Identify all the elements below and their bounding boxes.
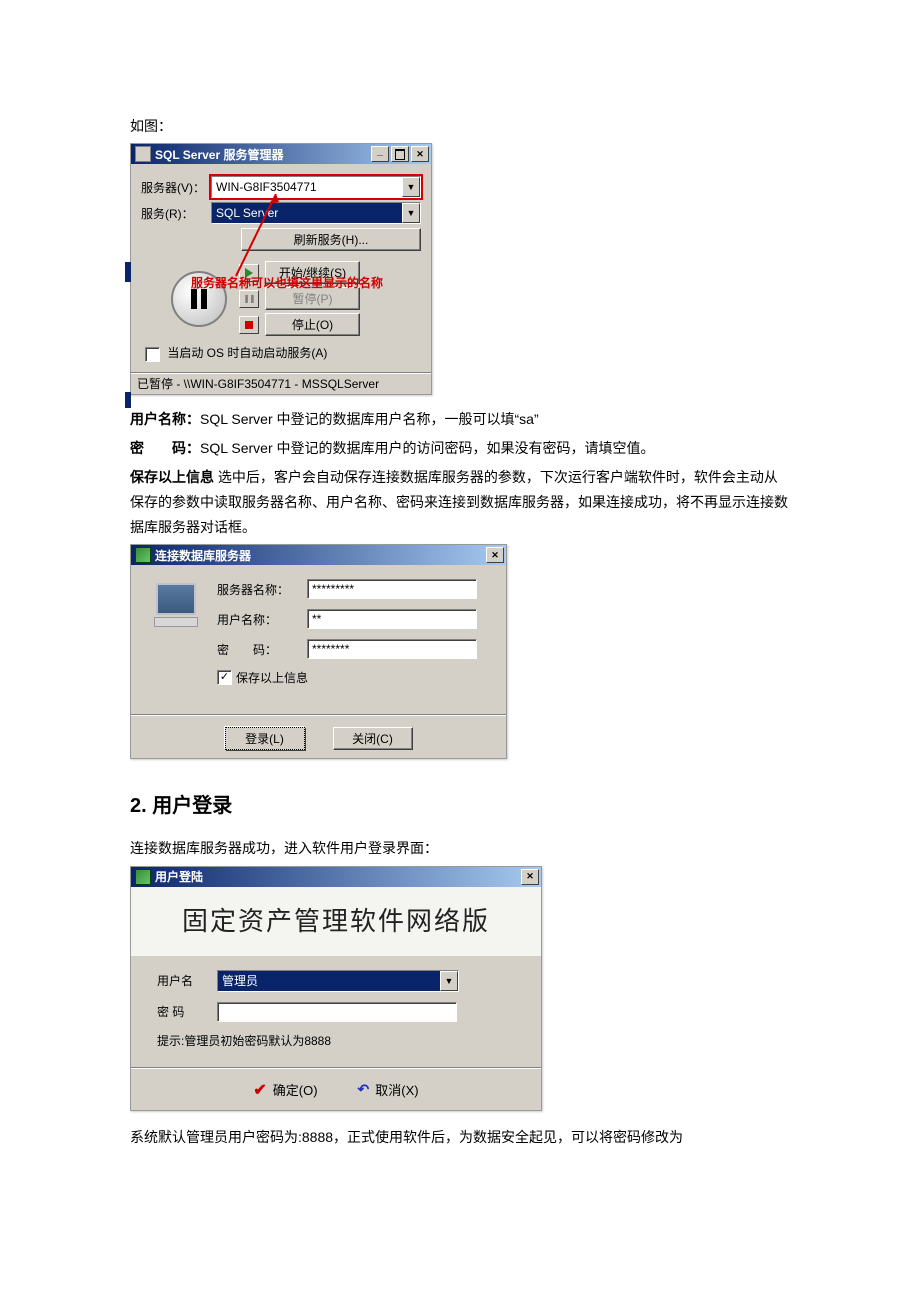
username-input[interactable] (218, 971, 440, 991)
start-button[interactable]: 开始/继续(S) (265, 261, 360, 284)
cancel-label: 取消(X) (375, 1080, 418, 1099)
refresh-services-button[interactable]: 刷新服务(H)... (241, 228, 421, 251)
save-info-desc: 选中后，客户会自动保存连接数据库服务器的参数，下次运行客户端软件时，软件会主动从… (130, 469, 788, 535)
chevron-down-icon[interactable]: ▼ (402, 203, 420, 223)
close-button[interactable] (411, 146, 429, 162)
save-info-label: 保存以上信息 (130, 469, 214, 485)
server-combo[interactable]: ▼ (211, 176, 421, 198)
ok-label: 确定(O) (273, 1080, 318, 1099)
chevron-down-icon[interactable]: ▼ (440, 971, 458, 991)
window-title: 用户登陆 (155, 868, 519, 885)
server-name-input[interactable] (307, 579, 477, 599)
paragraph: 连接数据库服务器成功，进入软件用户登录界面： (130, 836, 790, 861)
password-input[interactable] (307, 639, 477, 659)
password-hint: 提示:管理员初始密码默认为8888 (157, 1032, 515, 1049)
fig-label: 如图： (130, 114, 790, 139)
username-label: 用户名称： (130, 411, 200, 427)
service-label: 服务(R)： (141, 205, 211, 222)
undo-icon: ↶ (358, 1081, 370, 1098)
server-name-label: 服务器名称： (217, 581, 307, 598)
service-combo[interactable]: ▼ (211, 202, 421, 224)
service-input[interactable] (212, 203, 402, 223)
titlebar: 用户登陆 (131, 867, 541, 887)
stop-icon[interactable] (239, 316, 259, 334)
close-button[interactable] (521, 869, 539, 885)
pause-icon (239, 290, 259, 308)
username-label: 用户名称： (217, 611, 307, 628)
save-info-label: 保存以上信息 (236, 669, 308, 686)
minimize-button[interactable] (371, 146, 389, 162)
password-label: 密 码： (130, 440, 200, 456)
password-desc: SQL Server 中登记的数据库用户的访问密码，如果没有密码，请填空值。 (200, 440, 655, 456)
play-icon[interactable] (239, 264, 259, 282)
pause-button: 暂停(P) (265, 287, 360, 310)
paragraph: 保存以上信息 选中后，客户会自动保存连接数据库服务器的参数，下次运行客户端软件时… (130, 465, 790, 541)
paragraph: 系统默认管理员用户密码为:8888，正式使用软件后，为数据安全起见，可以将密码修… (130, 1125, 790, 1150)
autostart-label: 当启动 OS 时自动启动服务(A) (167, 346, 327, 360)
username-combo[interactable]: ▼ (217, 970, 459, 992)
server-label: 服务器(V)： (141, 179, 211, 196)
password-label: 密 码： (217, 641, 307, 658)
username-input[interactable] (307, 609, 477, 629)
close-button[interactable] (486, 547, 504, 563)
computer-icon (155, 583, 197, 631)
chevron-down-icon[interactable]: ▼ (402, 177, 420, 197)
service-status-icon (171, 271, 227, 327)
sql-server-manager-dialog: SQL Server 服务管理器 服务器(V)： ▼ 服务(R)： ▼ (130, 143, 432, 394)
check-icon: ✔ (253, 1080, 266, 1100)
titlebar: 连接数据库服务器 (131, 545, 506, 565)
username-label: 用户名 (157, 972, 217, 989)
user-login-dialog: 用户登陆 固定资产管理软件网络版 用户名 ▼ 密 码 提示:管理员初始密码默认为… (130, 866, 542, 1111)
close-button[interactable]: 关闭(C) (333, 727, 413, 750)
paragraph: 用户名称：SQL Server 中登记的数据库用户名称，一般可以填“sa” (130, 407, 790, 432)
autostart-checkbox[interactable] (145, 347, 160, 362)
stop-button[interactable]: 停止(O) (265, 313, 360, 336)
maximize-button[interactable] (391, 146, 409, 162)
section-heading: 2. 用户登录 (130, 789, 790, 818)
username-desc: SQL Server 中登记的数据库用户名称，一般可以填“sa” (200, 411, 539, 427)
app-icon (135, 547, 151, 563)
save-info-checkbox[interactable]: ✓ (217, 670, 232, 685)
app-icon (135, 869, 151, 885)
decoration-bar (125, 262, 131, 282)
ok-button[interactable]: ✔ 确定(O) (253, 1080, 317, 1100)
server-input[interactable] (212, 177, 402, 197)
status-bar: 已暂停 - \\WIN-G8IF3504771 - MSSQLServer (131, 372, 431, 394)
password-label: 密 码 (157, 1003, 217, 1020)
connect-db-server-dialog: 连接数据库服务器 服务器名称： 用户名称： (130, 544, 507, 759)
paragraph: 密 码：SQL Server 中登记的数据库用户的访问密码，如果没有密码，请填空… (130, 436, 790, 461)
password-input[interactable] (217, 1002, 457, 1022)
cancel-button[interactable]: ↶ 取消(X) (358, 1080, 419, 1100)
decoration-bar (125, 392, 131, 408)
app-icon (135, 146, 151, 162)
titlebar: SQL Server 服务管理器 (131, 144, 431, 164)
window-title: SQL Server 服务管理器 (155, 146, 369, 163)
window-title: 连接数据库服务器 (155, 547, 484, 564)
banner-title: 固定资产管理软件网络版 (131, 887, 541, 956)
login-button[interactable]: 登录(L) (225, 727, 305, 750)
